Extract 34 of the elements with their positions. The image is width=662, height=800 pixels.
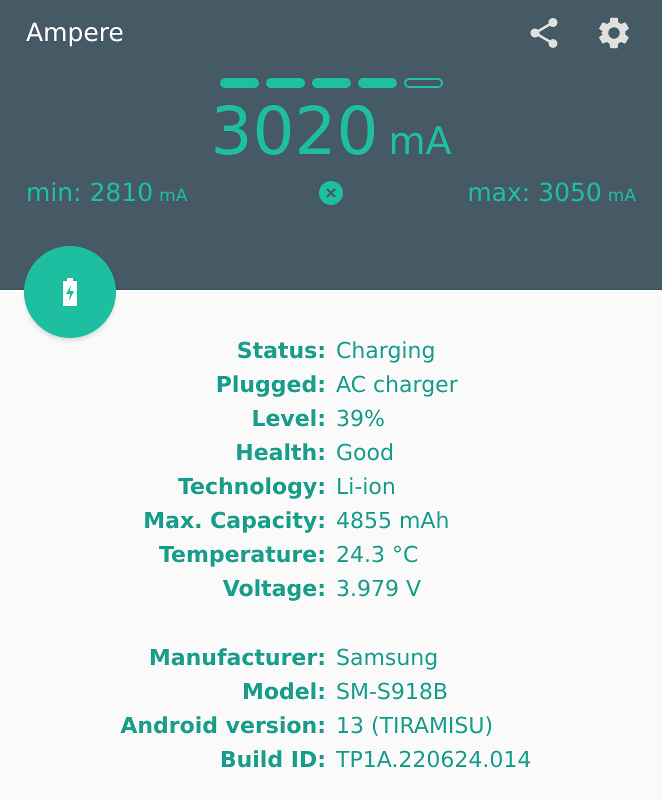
info-label: Build ID:: [218, 746, 327, 774]
info-label: Health:: [234, 440, 327, 468]
app-title: Ampere: [26, 17, 125, 50]
info-value: SM-S918B: [335, 678, 448, 706]
info-label: Level:: [250, 406, 327, 434]
info-label: Plugged:: [214, 372, 327, 400]
info-value: Samsung: [335, 644, 438, 672]
info-label: Android version:: [119, 712, 327, 740]
info-value: 13 (TIRAMISU): [335, 712, 494, 740]
info-value: 4855 mAh: [335, 508, 450, 536]
info-label: Voltage:: [222, 576, 327, 604]
battery-charging-icon: [61, 278, 79, 306]
info-label: Max. Capacity:: [142, 508, 327, 536]
max-unit: mA: [608, 185, 636, 208]
info-label: Status:: [236, 338, 327, 366]
max-reading: max: 3050: [467, 177, 602, 209]
info-label: Temperature:: [158, 542, 327, 570]
info-value: Good: [335, 440, 394, 468]
info-value: Charging: [335, 338, 436, 366]
info-label: Manufacturer:: [148, 644, 327, 672]
info-value: 39%: [335, 406, 385, 434]
info-label: Technology:: [176, 474, 327, 502]
min-reading: min: 2810: [26, 177, 154, 209]
current-reading: 3020: [210, 92, 378, 172]
info-value: 24.3 °C: [335, 542, 418, 570]
info-value: Li-ion: [335, 474, 396, 502]
min-unit: mA: [159, 185, 188, 208]
reset-button[interactable]: [319, 180, 343, 205]
close-icon: [326, 188, 336, 198]
info-value: TP1A.220624.014: [335, 746, 532, 774]
info-value: AC charger: [335, 372, 458, 400]
info-value: 3.979 V: [335, 576, 422, 604]
current-unit: mA: [388, 118, 452, 165]
info-label: Model:: [240, 678, 327, 706]
